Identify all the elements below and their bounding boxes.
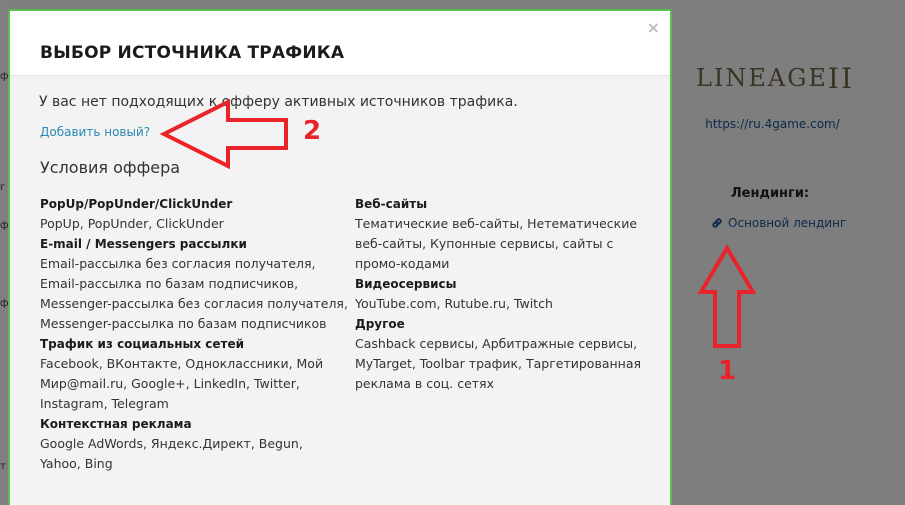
condition-group-line: YouTube.com, Rutube.ru, Twitch (355, 296, 553, 311)
landings-title: Лендинги: (730, 186, 810, 201)
condition-group-other: Другое Cashback сервисы, Арбитражные сер… (355, 314, 645, 394)
condition-group-line: MyTarget, Toolbar трафик, Таргетированна… (355, 356, 641, 371)
bg-edge-letter: г (0, 182, 6, 193)
bg-edge-letter: т (0, 461, 6, 472)
close-button[interactable]: × (647, 20, 660, 36)
condition-group-line: Messenger-рассылка по базам подписчиков (40, 316, 327, 331)
condition-group-line: веб-сайты, Купонные сервисы, сайты с (355, 236, 614, 251)
condition-group-line: Yahoo, Bing (40, 456, 113, 471)
condition-group-line: Тематические веб-сайты, Нетематические (355, 216, 638, 231)
annotation-label-1: 1 (718, 356, 737, 386)
offer-logo-text: LINEAGE (695, 64, 828, 92)
condition-group-line: Google AdWords, Яндекс.Директ, Begun, (40, 436, 303, 451)
condition-group-title: Контекстная реклама (40, 417, 192, 431)
offer-logo: LINEAGE II (696, 60, 852, 96)
condition-group-line: Instagram, Telegram (40, 396, 169, 411)
conditions-right-column: Веб-сайты Тематические веб-сайты, Нетема… (355, 194, 645, 394)
condition-group-line: Facebook, ВКонтакте, Одноклассники, Мой (40, 356, 324, 371)
condition-group-title: Другое (355, 317, 405, 331)
condition-group-line: Email-рассылка без согласия получателя, (40, 256, 316, 271)
condition-group-video: Видеосервисы YouTube.com, Rutube.ru, Twi… (355, 274, 645, 314)
condition-group-line: Messenger-рассылка без согласия получате… (40, 296, 348, 311)
condition-group-line: промо-кодами (355, 256, 450, 271)
modal-header: ВЫБОР ИСТОЧНИКА ТРАФИКА × (10, 11, 670, 76)
condition-group-line: PopUp, PopUnder, ClickUnder (40, 216, 224, 231)
no-sources-notice: У вас нет подходящих к офферу активных и… (39, 94, 518, 110)
condition-group-line: реклама в соц. сетях (355, 376, 494, 391)
main-landing-label: Основной лендинг (728, 216, 847, 230)
main-landing-link[interactable]: Основной лендинг (710, 216, 846, 230)
add-new-source-link[interactable]: Добавить новый? (40, 125, 150, 139)
condition-group-title: E-mail / Messengers рассылки (40, 237, 247, 251)
condition-group-context: Контекстная реклама Google AdWords, Янде… (40, 414, 340, 474)
condition-group-social: Трафик из социальных сетей Facebook, ВКо… (40, 334, 340, 414)
condition-group-title: Видеосервисы (355, 277, 457, 291)
condition-group-line: Cashback сервисы, Арбитражные сервисы, (355, 336, 638, 351)
condition-group-line: Email-рассылка по базам подписчиков, (40, 276, 299, 291)
condition-group-line: Мир@mail.ru, Google+, LinkedIn, Twitter, (40, 376, 300, 391)
modal-title: ВЫБОР ИСТОЧНИКА ТРАФИКА (40, 43, 345, 63)
condition-group-title: Веб-сайты (355, 197, 428, 211)
condition-group-popup: PopUp/PopUnder/ClickUnder PopUp, PopUnde… (40, 194, 340, 234)
condition-group-websites: Веб-сайты Тематические веб-сайты, Нетема… (355, 194, 645, 274)
condition-group-email: E-mail / Messengers рассылки Email-рассы… (40, 234, 348, 334)
offer-url-link[interactable]: https://ru.4game.com/ (700, 117, 845, 131)
annotation-label-2: 2 (303, 116, 322, 146)
conditions-left-column: PopUp/PopUnder/ClickUnder PopUp, PopUnde… (40, 194, 348, 474)
condition-group-title: PopUp/PopUnder/ClickUnder (40, 197, 233, 211)
chain-link-icon (712, 218, 722, 228)
condition-group-title: Трафик из социальных сетей (40, 337, 245, 351)
offer-conditions-title: Условия оффера (40, 158, 181, 177)
offer-logo-numeral: II (827, 61, 855, 95)
